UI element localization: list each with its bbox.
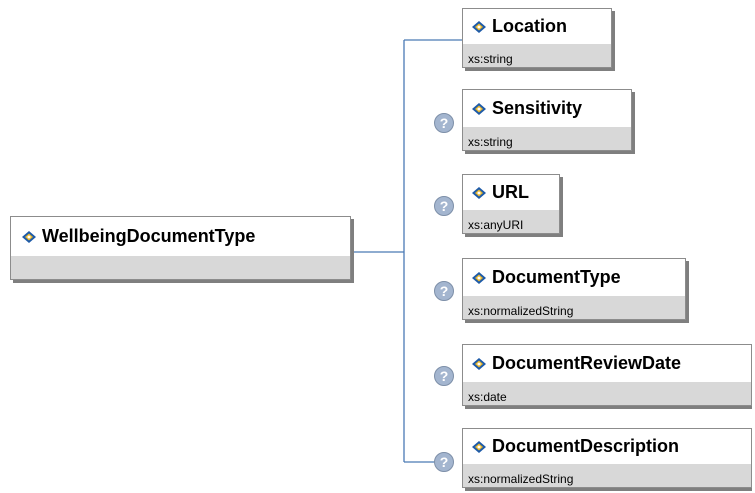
element-name: URL (492, 182, 529, 202)
optional-marker: ? (440, 115, 449, 131)
node-header: WellbeingDocumentType (10, 216, 351, 256)
node-header: URL (462, 174, 560, 210)
node-header: DocumentType (462, 258, 686, 296)
element-name: Sensitivity (492, 98, 583, 118)
optional-marker: ? (440, 454, 449, 470)
element-type: xs:anyURI (468, 218, 524, 232)
child-element-node-location[interactable]: Location xs:string (462, 8, 615, 71)
element-icon (472, 102, 486, 115)
child-element-node-url[interactable]: URL xs:anyURI (462, 174, 563, 237)
element-icon (22, 230, 36, 243)
optional-question-icon: ? (434, 196, 454, 216)
element-name: DocumentDescription (492, 436, 680, 456)
node-header: DocumentDescription (462, 428, 752, 464)
child-element-node-documentreviewdate[interactable]: DocumentReviewDate xs:date (462, 344, 752, 409)
element-type: xs:normalizedString (468, 472, 574, 486)
root-element-name: WellbeingDocumentType (42, 226, 256, 246)
element-name: Location (492, 16, 567, 36)
node-header: Sensitivity (462, 89, 632, 127)
element-type: xs:normalizedString (468, 304, 574, 318)
child-element-node-sensitivity[interactable]: Sensitivity xs:string (462, 89, 635, 154)
optional-marker: ? (440, 368, 449, 384)
node-header: Location (462, 8, 612, 44)
element-type: xs:string (468, 52, 513, 66)
element-icon (472, 20, 486, 33)
optional-question-icon: ? (434, 452, 454, 472)
optional-question-icon: ? (434, 281, 454, 301)
element-name: DocumentReviewDate (492, 353, 682, 373)
optional-question-icon: ? (434, 113, 454, 133)
optional-marker: ? (440, 198, 449, 214)
element-name: DocumentType (492, 267, 621, 287)
element-type: xs:date (468, 390, 507, 404)
element-icon (472, 440, 486, 453)
element-type: xs:string (468, 135, 513, 149)
root-element-node[interactable]: WellbeingDocumentType (10, 216, 354, 283)
element-icon (472, 357, 486, 370)
child-element-node-documentdescription[interactable]: DocumentDescription xs:normalizedString (462, 428, 752, 491)
optional-marker: ? (440, 283, 449, 299)
element-icon (472, 271, 486, 284)
optional-question-icon: ? (434, 366, 454, 386)
node-header: DocumentReviewDate (462, 344, 752, 382)
child-element-node-documenttype[interactable]: DocumentType xs:normalizedString (462, 258, 689, 323)
element-icon (472, 186, 486, 199)
